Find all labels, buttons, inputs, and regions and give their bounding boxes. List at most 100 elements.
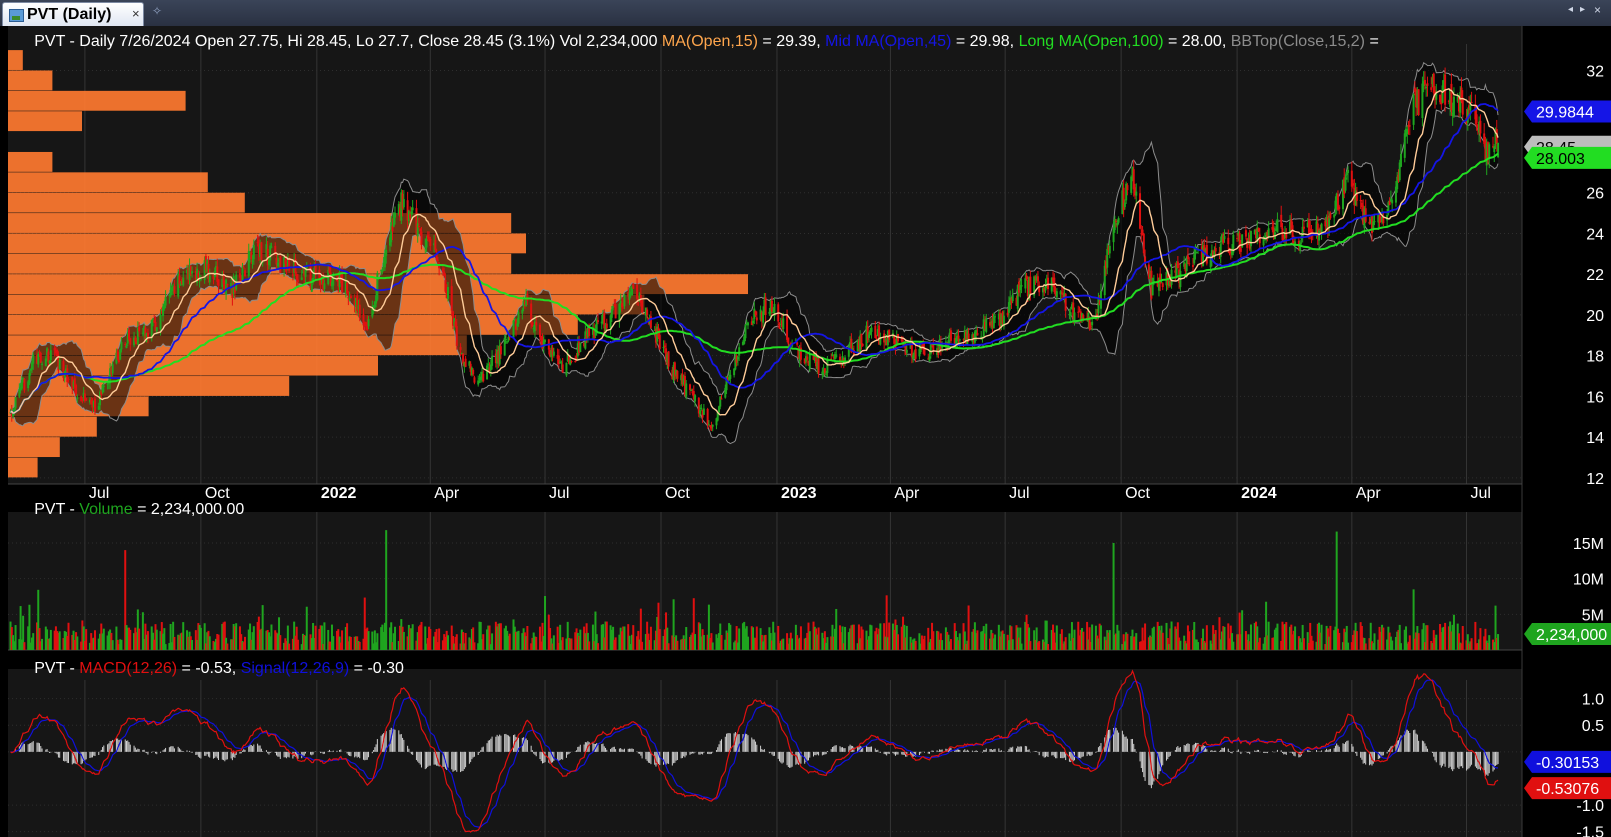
- candle-body: [516, 323, 519, 327]
- volume-bar: [1135, 633, 1138, 650]
- candle-body: [752, 320, 755, 324]
- volume-bar: [1294, 626, 1297, 650]
- x-tick-label: Apr: [894, 485, 920, 502]
- candle-body: [614, 304, 617, 319]
- chart-area[interactable]: Jul Oct 2022 Apr Jul Oct 2023 Apr Jul Oct 2024 Apr J…: [0, 26, 1611, 837]
- candle-body: [32, 354, 35, 364]
- candle-body: [883, 333, 886, 343]
- tab-bar: PVT (Daily) × ✧ ◂ ▸ ×: [0, 0, 1611, 27]
- volume-bar: [1276, 623, 1279, 650]
- ma45-label: Mid MA(Open,45): [825, 33, 951, 50]
- candle-body: [1244, 230, 1247, 237]
- close-window-icon[interactable]: ×: [1594, 3, 1601, 17]
- volume-bar: [976, 630, 979, 650]
- new-tab-icon[interactable]: ✧: [152, 4, 162, 18]
- scroll-left-icon[interactable]: ◂: [1568, 4, 1573, 15]
- candle-body: [893, 336, 896, 344]
- candle-body: [41, 363, 44, 365]
- candle-body: [459, 347, 462, 351]
- price-y-tick-label: 26: [1586, 186, 1604, 203]
- candle-body: [14, 397, 17, 409]
- volume-bar: [1029, 641, 1032, 650]
- ma45-value-tag-label: 29.9844: [1536, 105, 1594, 122]
- candle-body: [667, 351, 670, 367]
- volume-bar: [667, 643, 670, 650]
- candle-body: [1417, 89, 1420, 116]
- candle-body: [623, 294, 626, 307]
- volume-profile-bar: [8, 172, 208, 193]
- candle-body: [513, 318, 516, 320]
- volume-bar: [958, 633, 961, 650]
- candle-body: [267, 260, 270, 265]
- candle-body: [346, 282, 349, 294]
- candle-body: [702, 408, 705, 415]
- candle-body: [579, 342, 582, 352]
- candle-body: [1011, 295, 1014, 302]
- candle-body: [310, 283, 313, 292]
- candle-body: [1055, 291, 1058, 298]
- volume-bar: [332, 636, 335, 650]
- volume-bar: [323, 622, 326, 650]
- volume-bar: [173, 636, 176, 650]
- volume-bar: [746, 636, 749, 650]
- volume-bar: [1417, 633, 1420, 650]
- volume-bar: [817, 627, 820, 650]
- volume-bar: [1117, 630, 1120, 650]
- candle-body: [164, 297, 167, 306]
- price-y-tick-label: 12: [1586, 471, 1604, 488]
- signal-value-tag-label: -0.30153: [1536, 755, 1599, 772]
- candle-body: [482, 373, 485, 382]
- x-tick-label: Jul: [89, 485, 109, 502]
- volume-value-tag: 2,234,000: [1524, 623, 1611, 646]
- candle-body: [341, 273, 344, 293]
- candle-body: [274, 245, 277, 254]
- candle-body: [870, 327, 873, 332]
- close-tab-icon[interactable]: ×: [132, 6, 140, 21]
- scroll-right-icon[interactable]: ▸: [1580, 4, 1585, 15]
- ma45-value-tag: 29.9844: [1524, 100, 1611, 123]
- candle-body: [1191, 265, 1194, 267]
- macd-value-tag: -0.53076: [1524, 777, 1611, 800]
- volume-bar: [791, 638, 794, 650]
- candle-body: [1186, 255, 1189, 260]
- candle-body: [711, 424, 714, 427]
- candle-body: [75, 385, 78, 396]
- candle-body: [252, 244, 255, 260]
- candle-body: [1372, 221, 1375, 229]
- volume-y-tick-label: 10M: [1573, 572, 1604, 589]
- volume-bar: [358, 641, 361, 650]
- ma100-value: = 28.00,: [1164, 33, 1231, 50]
- candle-body: [719, 396, 722, 407]
- volume-bar: [394, 626, 397, 650]
- candle-body: [1493, 146, 1496, 153]
- volume-bar: [844, 626, 847, 650]
- volume-bar: [1223, 626, 1226, 650]
- macd-value-tag-label: -0.53076: [1536, 781, 1599, 798]
- volume-bar: [1002, 633, 1005, 650]
- candle-body: [119, 349, 122, 360]
- volume-bar: [208, 636, 211, 650]
- candle-body: [486, 365, 489, 380]
- volume-bar: [702, 635, 705, 650]
- candle-body: [225, 279, 228, 295]
- candle-body: [1091, 321, 1094, 326]
- candle-body: [994, 316, 997, 318]
- candle-body: [260, 242, 263, 260]
- volume-bar: [782, 638, 785, 650]
- candle-body: [552, 351, 555, 356]
- candle-body: [93, 398, 96, 412]
- candle-body: [48, 360, 51, 364]
- volume-bar: [649, 626, 652, 650]
- candle-body: [450, 286, 453, 311]
- volume-value-tag-label: 2,234,000: [1536, 627, 1607, 644]
- candle-body: [1112, 228, 1115, 243]
- candle-body: [1161, 283, 1164, 288]
- tab-pvt-daily[interactable]: PVT (Daily) ×: [2, 2, 144, 26]
- candle-body: [1188, 263, 1191, 265]
- candle-body: [66, 368, 69, 383]
- price-y-tick-label: 32: [1586, 63, 1604, 80]
- candle-body: [506, 341, 509, 343]
- volume-profile-bar: [8, 192, 245, 213]
- volume-bar: [32, 633, 35, 650]
- x-tick-label: 2022: [321, 485, 357, 502]
